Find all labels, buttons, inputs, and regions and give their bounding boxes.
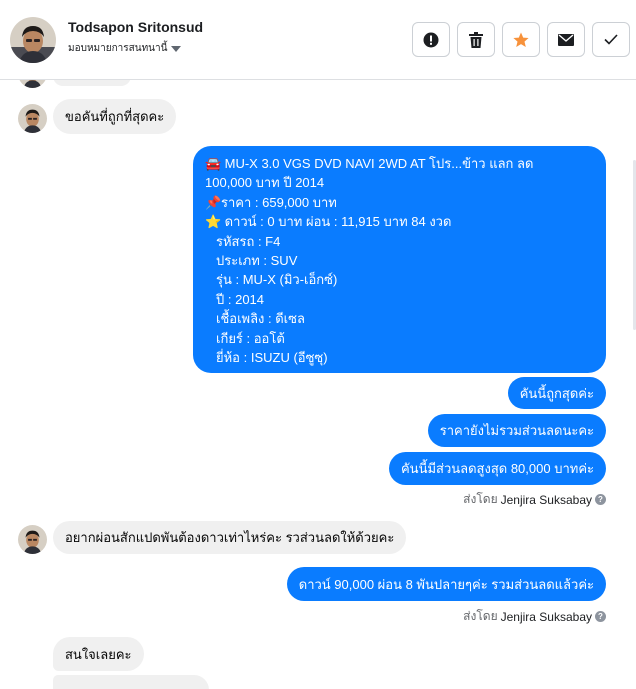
listing-code: รหัสรถ : F4 — [216, 233, 281, 249]
message-thread[interactable]: ขอคันที่ถูกที่สุดคะ 🚘 MU-X 3.0 VGS DVD N… — [0, 80, 636, 689]
star-button[interactable] — [502, 22, 540, 57]
listing-gear: เกียร์ : ออโต้ — [216, 330, 285, 346]
listing-brand: ยี่ห้อ : ISUZU (อีซูซุ) — [216, 350, 328, 366]
outgoing-message[interactable]: ดาวน์ 90,000 ผ่อน 8 พันปลายๆค่ะ รวมส่วนล… — [286, 567, 606, 601]
listing-fuel: เชื้อเพลิง : ดีเซล — [216, 311, 305, 327]
report-button[interactable] — [412, 22, 450, 57]
next-message-bubble — [53, 675, 209, 689]
mark-unread-button[interactable] — [547, 22, 585, 57]
envelope-icon — [558, 33, 574, 46]
outgoing-message[interactable]: ราคายังไม่รวมส่วนลดนะคะ — [427, 414, 606, 447]
sent-by-label: ส่งโดย — [463, 492, 498, 506]
outgoing-message[interactable]: คันนี้ถูกสุดค่ะ — [507, 377, 606, 409]
assign-label: มอบหมายการสนทนานี้ — [68, 43, 168, 54]
listing-model: รุ่น : MU-X (มิว-เอ็กซ์) — [216, 272, 338, 288]
checkmark-icon — [604, 34, 618, 45]
pin-emoji-icon: 📌 — [205, 194, 222, 210]
conversation-header: Todsapon Sritonsud มอบหมายการสนทนานี้ — [0, 0, 636, 80]
previous-message-bubble — [53, 80, 131, 86]
outgoing-message[interactable]: คันนี้มีส่วนลดสูงสุด 80,000 บาทค่ะ — [388, 452, 606, 485]
contact-avatar-small — [18, 80, 47, 88]
sent-by-info: ส่งโดย Jenjira Suksabay ? — [463, 490, 606, 509]
car-emoji-icon: 🚘 — [205, 156, 222, 171]
car-listing-message[interactable]: 🚘 MU-X 3.0 VGS DVD NAVI 2WD AT โปร...ข้า… — [193, 146, 606, 373]
listing-down-payment: ⭐ ดาวน์ : 0 บาท ผ่อน : 11,915 บาท 84 งวด — [205, 212, 594, 231]
incoming-message[interactable]: สนใจเลยคะ — [53, 637, 144, 671]
chevron-down-icon — [171, 45, 182, 52]
contact-avatar-small — [18, 525, 47, 554]
sender-name[interactable]: Jenjira Suksabay — [501, 610, 592, 624]
sent-by-label: ส่งโดย — [463, 609, 498, 623]
header-actions — [412, 22, 630, 57]
contact-name[interactable]: Todsapon Sritonsud — [68, 19, 203, 35]
mark-done-button[interactable] — [592, 22, 630, 57]
listing-price: 📌ราคา : 659,000 บาท — [205, 193, 594, 212]
help-icon[interactable]: ? — [595, 494, 606, 505]
contact-avatar-small — [18, 104, 47, 133]
listing-year: ปี : 2014 — [216, 291, 265, 307]
assign-conversation-dropdown[interactable]: มอบหมายการสนทนานี้ — [68, 41, 182, 56]
contact-avatar[interactable] — [10, 17, 56, 63]
incoming-message[interactable]: ขอคันที่ถูกที่สุดคะ — [53, 99, 177, 134]
sent-by-info: ส่งโดย Jenjira Suksabay ? — [463, 607, 606, 626]
alert-circle-icon — [423, 32, 439, 47]
trash-icon — [469, 31, 483, 48]
star-emoji-icon: ⭐ — [205, 214, 222, 230]
incoming-message[interactable]: อยากผ่อนสักแปดพันต้องดาวเท่าไหร่คะ รวส่ว… — [53, 521, 407, 554]
star-icon — [513, 32, 529, 47]
listing-title-line: 🚘 MU-X 3.0 VGS DVD NAVI 2WD AT โปร...ข้า… — [205, 154, 594, 173]
delete-button[interactable] — [457, 22, 495, 57]
sender-name[interactable]: Jenjira Suksabay — [501, 493, 592, 507]
listing-type: ประเภท : SUV — [216, 253, 298, 269]
help-icon[interactable]: ? — [595, 611, 606, 622]
listing-title-line2: 100,000 บาท ปี 2014 — [205, 175, 325, 191]
